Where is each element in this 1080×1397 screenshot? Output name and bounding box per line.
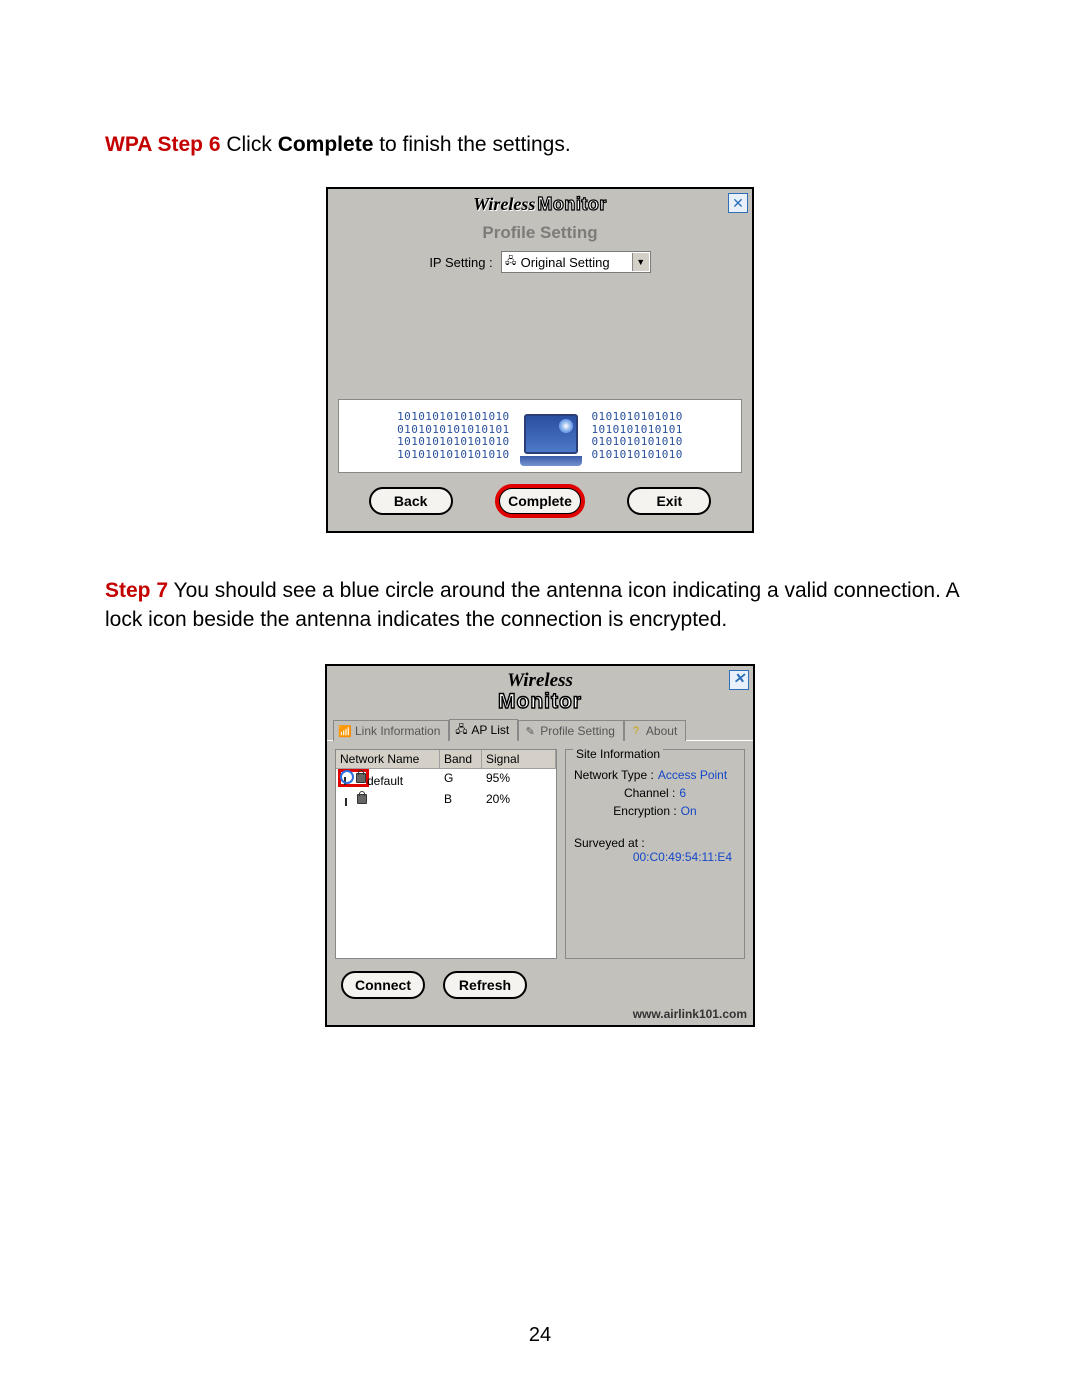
tab-profile-setting[interactable]: ✎ Profile Setting (518, 720, 624, 741)
page-number: 24 (0, 1324, 1080, 1347)
back-button[interactable]: Back (369, 487, 453, 515)
binary-left: 1010101010101010 0101010101010101 101010… (397, 411, 509, 462)
graphic-banner: 1010101010101010 0101010101010101 101010… (338, 399, 742, 473)
antenna-icon (340, 792, 369, 806)
profile-setting-header: Profile Setting (328, 219, 752, 251)
encryption-value: On (681, 804, 697, 818)
connect-button[interactable]: Connect (341, 971, 425, 999)
ip-setting-row: IP Setting : 🖧 Original Setting ▼ (328, 251, 752, 281)
gear-icon: ✎ (523, 724, 537, 738)
app-logo: Wireless Monitor (498, 671, 582, 713)
step6-prefix: WPA Step 6 (105, 133, 221, 156)
site-information-panel: Site Information Network Type :Access Po… (565, 749, 745, 959)
step7-text: Step 7 You should see a blue circle arou… (105, 577, 975, 634)
step7-prefix: Step 7 (105, 579, 168, 602)
titlebar: Wireless Monitor ✕ (327, 666, 753, 718)
signal-icon: 📶 (338, 724, 352, 738)
table-row[interactable]: default G 95% (336, 769, 556, 790)
ip-setting-dropdown[interactable]: 🖧 Original Setting ▼ (501, 251, 651, 273)
laptop-icon (514, 406, 588, 466)
tab-ap-list[interactable]: 🖧 AP List (449, 719, 518, 741)
screenshot-ap-list: Wireless Monitor ✕ 📶 Link Information 🖧 … (325, 664, 755, 1027)
antenna-connected-icon (340, 771, 367, 785)
table-header: Network Name Band Signal (336, 750, 556, 769)
close-icon[interactable]: ✕ (728, 193, 748, 213)
ip-setting-value: Original Setting (521, 255, 610, 270)
ip-setting-label: IP Setting : (429, 255, 492, 270)
exit-button[interactable]: Exit (627, 487, 711, 515)
col-band[interactable]: Band (440, 750, 482, 769)
tab-bar: 📶 Link Information 🖧 AP List ✎ Profile S… (327, 718, 753, 741)
footer-link: www.airlink101.com (327, 1007, 753, 1025)
binary-right: 0101010101010 1010101010101 010101010101… (592, 411, 683, 462)
network-type-value: Access Point (658, 768, 727, 782)
network-icon: 🖧 (454, 723, 468, 737)
site-info-legend: Site Information (573, 747, 663, 761)
channel-value: 6 (679, 786, 686, 800)
app-logo: WirelessMonitor (473, 194, 607, 215)
refresh-button[interactable]: Refresh (443, 971, 527, 999)
step6-emph: Complete (278, 133, 374, 156)
screenshot-profile-setting: WirelessMonitor ✕ Profile Setting IP Set… (326, 187, 754, 533)
close-icon[interactable]: ✕ (729, 670, 749, 690)
network-icon: 🖧 (504, 255, 518, 269)
col-network-name[interactable]: Network Name (336, 750, 440, 769)
step6-text: WPA Step 6 Click Complete to finish the … (105, 131, 975, 159)
mac-address: 00:C0:49:54:11:E4 (574, 850, 736, 864)
table-row[interactable]: B 20% (336, 790, 556, 811)
complete-button[interactable]: Complete (498, 487, 582, 515)
help-icon: ? (629, 724, 643, 738)
col-signal[interactable]: Signal (482, 750, 556, 769)
chevron-down-icon: ▼ (632, 253, 649, 271)
ap-list-table[interactable]: Network Name Band Signal default G 95% B (335, 749, 557, 959)
tab-link-information[interactable]: 📶 Link Information (333, 720, 449, 741)
titlebar: WirelessMonitor ✕ (328, 189, 752, 219)
tab-about[interactable]: ? About (624, 720, 686, 741)
